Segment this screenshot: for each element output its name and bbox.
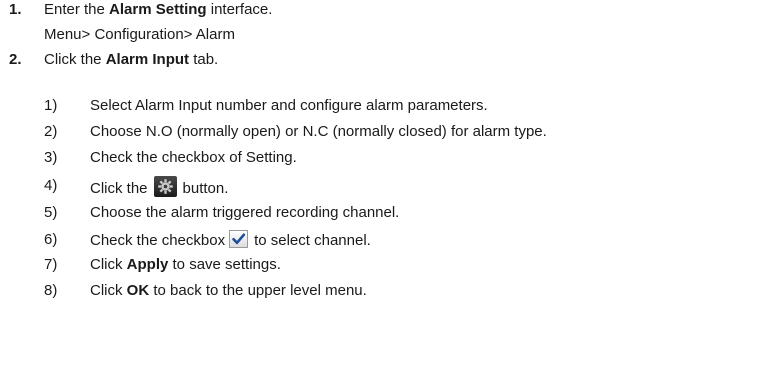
substep-4-text: Click the button. [90, 176, 229, 197]
step-2-number: 2. [9, 51, 22, 68]
substep-6-post: to select channel. [254, 232, 371, 249]
substep-4-pre: Click the [90, 180, 148, 197]
substep-2-text: Choose N.O (normally open) or N.C (norma… [90, 123, 547, 140]
substep-5-text: Choose the alarm triggered recording cha… [90, 204, 400, 221]
step-2-text: Click the Alarm Input tab. [44, 50, 218, 70]
substep-5-number: 5) [44, 204, 58, 221]
substep-1-number: 1) [44, 97, 58, 114]
substep-4-number: 4) [44, 177, 58, 194]
substep-8-text: Click OK to back to the upper level menu… [90, 281, 367, 301]
substep-6-text: Check the checkbox to select channel. [90, 230, 371, 250]
substep-7-pre: Click [90, 256, 127, 273]
substep-8-pre: Click [90, 282, 127, 299]
substep-3-number: 3) [44, 149, 58, 166]
substep-7-number: 7) [44, 256, 58, 273]
step-1-text: Enter the Alarm Setting interface. [44, 0, 272, 20]
substep-8-post: to back to the upper level menu. [149, 282, 367, 299]
substep-4-post: button. [182, 180, 229, 197]
step-2-pre: Click the [44, 51, 106, 68]
substep-8-bold: OK [126, 282, 150, 299]
step-1-pre: Enter the [44, 1, 110, 18]
substep-8-number: 8) [44, 282, 58, 299]
step-1-menu-path: Menu> Configuration> Alarm [44, 26, 235, 43]
substep-7-post: to save settings. [168, 256, 281, 273]
substep-6-pre: Check the checkbox [90, 232, 226, 249]
substep-7-text: Click Apply to save settings. [90, 255, 281, 275]
substep-3-text: Check the checkbox of Setting. [90, 149, 297, 166]
step-2-post: tab. [189, 51, 219, 68]
substep-7-bold: Apply [126, 256, 169, 273]
step-1-post: interface. [206, 1, 273, 18]
checkmark-icon [229, 230, 249, 248]
substep-6-number: 6) [44, 231, 58, 248]
step-2-bold: Alarm Input [105, 51, 190, 68]
substep-2-number: 2) [44, 123, 58, 140]
substep-1-text: Select Alarm Input number and configure … [90, 97, 488, 114]
step-1-bold: Alarm Setting [109, 1, 207, 18]
step-1-number: 1. [9, 1, 22, 18]
gear-icon [153, 176, 177, 197]
